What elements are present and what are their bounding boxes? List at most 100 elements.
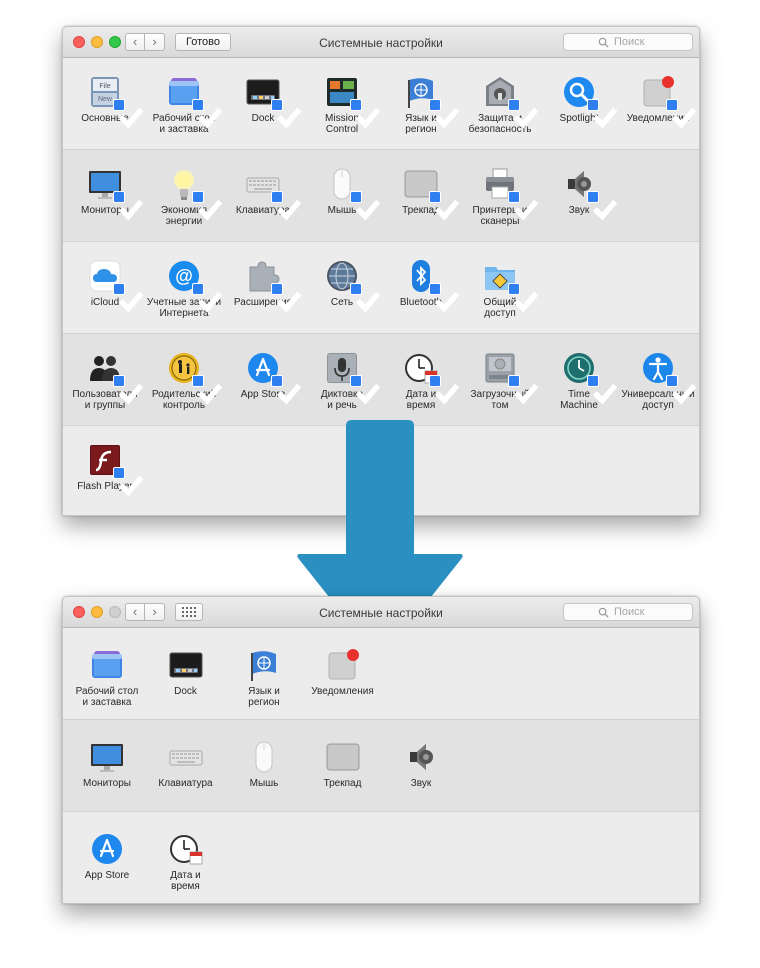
pref-pane-экономия-энергии[interactable]: Экономия энергии bbox=[144, 167, 224, 227]
pref-pane-рабочий-стол-и-заставка[interactable]: Рабочий стол и заставка bbox=[67, 648, 147, 708]
keyboard-icon bbox=[246, 167, 302, 221]
checkbox-checked-icon[interactable] bbox=[350, 191, 381, 221]
preferences-grid: Рабочий стол и заставка Dock Язык и регион… bbox=[63, 628, 699, 903]
search-input[interactable]: Поиск bbox=[563, 603, 693, 621]
pref-pane-рабочий-стол-и-заставка[interactable]: Рабочий стол и заставка bbox=[144, 75, 224, 135]
checkbox-checked-icon[interactable] bbox=[192, 283, 223, 313]
pref-pane-звук[interactable]: Звук bbox=[539, 167, 619, 221]
checkbox-checked-icon[interactable] bbox=[587, 375, 618, 405]
checkbox-checked-icon[interactable] bbox=[113, 99, 144, 129]
pref-pane-расширения[interactable]: Расширения bbox=[223, 259, 303, 313]
pref-pane-label: Dock bbox=[174, 686, 197, 697]
pref-pane-мышь[interactable]: Мышь bbox=[224, 740, 304, 789]
checkbox-checked-icon[interactable] bbox=[508, 375, 539, 405]
checkbox-checked-icon[interactable] bbox=[587, 99, 618, 129]
search-icon bbox=[598, 37, 609, 48]
parental-controls-icon bbox=[167, 351, 223, 405]
checkbox-checked-icon[interactable] bbox=[508, 191, 539, 221]
app-store-icon bbox=[90, 832, 124, 866]
pref-pane-dock[interactable]: Dock bbox=[146, 648, 226, 697]
pref-pane-загрузочный-том[interactable]: Загрузочный том bbox=[460, 351, 540, 411]
checkbox-checked-icon[interactable] bbox=[666, 375, 697, 405]
pref-pane-дата-и-время[interactable]: Дата и время bbox=[146, 832, 226, 892]
pref-pane-label: Язык и регион bbox=[248, 686, 280, 708]
checkbox-checked-icon[interactable] bbox=[271, 283, 302, 313]
checkbox-checked-icon[interactable] bbox=[192, 191, 223, 221]
checkbox-checked-icon[interactable] bbox=[271, 191, 302, 221]
search-input[interactable]: Поиск bbox=[563, 33, 693, 51]
checkbox-checked-icon[interactable] bbox=[508, 99, 539, 129]
bluetooth-icon bbox=[404, 259, 460, 313]
checkbox-checked-icon[interactable] bbox=[429, 375, 460, 405]
pref-pane-язык-и-регион[interactable]: Язык и регион bbox=[224, 648, 304, 708]
checkbox-checked-icon[interactable] bbox=[113, 191, 144, 221]
checkbox-checked-icon[interactable] bbox=[666, 99, 697, 129]
checkbox-checked-icon[interactable] bbox=[429, 191, 460, 221]
pref-pane-трекпад[interactable]: Трекпад bbox=[303, 740, 383, 789]
pref-pane-app-store[interactable]: App Store bbox=[223, 351, 303, 405]
flash-player-icon bbox=[88, 443, 144, 497]
checkbox-checked-icon[interactable] bbox=[113, 283, 144, 313]
pref-pane-клавиатура[interactable]: Клавиатура bbox=[223, 167, 303, 221]
security-icon bbox=[483, 75, 539, 129]
checkbox-checked-icon[interactable] bbox=[271, 99, 302, 129]
pref-pane-label: Клавиатура bbox=[158, 778, 213, 789]
pref-pane-сеть[interactable]: Сеть bbox=[302, 259, 382, 313]
icloud-icon bbox=[88, 259, 144, 313]
checkbox-checked-icon[interactable] bbox=[271, 375, 302, 405]
pref-pane-мониторы[interactable]: Мониторы bbox=[67, 740, 147, 789]
pref-section-3: App Store Дата и время bbox=[63, 812, 699, 903]
checkbox-checked-icon[interactable] bbox=[429, 99, 460, 129]
pref-pane-диктовка-и-речь[interactable]: Диктовка и речь bbox=[302, 351, 382, 411]
pref-pane-принтеры-и-сканеры[interactable]: Принтеры и сканеры bbox=[460, 167, 540, 227]
pref-pane-звук[interactable]: Звук bbox=[381, 740, 461, 789]
checkbox-checked-icon[interactable] bbox=[192, 375, 223, 405]
pref-pane-уведомления[interactable]: Уведомления bbox=[618, 75, 698, 129]
pref-pane-пользователи-и-группы[interactable]: Пользователи и группы bbox=[65, 351, 145, 411]
pref-section-2: Мониторы Экономия энергии Клавиатура Мышь Тр… bbox=[63, 150, 699, 242]
pref-pane-язык-и-регион[interactable]: Язык и регион bbox=[381, 75, 461, 135]
checkbox-checked-icon[interactable] bbox=[429, 283, 460, 313]
pref-pane-мышь[interactable]: Мышь bbox=[302, 167, 382, 221]
pref-pane-защита-и-безопасность[interactable]: Защита и безопасность bbox=[460, 75, 540, 135]
pref-pane-клавиатура[interactable]: Клавиатура bbox=[146, 740, 226, 789]
checkbox-checked-icon[interactable] bbox=[350, 283, 381, 313]
internet-accounts-icon: @ bbox=[167, 259, 223, 313]
general-icon: File New bbox=[88, 75, 144, 129]
spotlight-icon bbox=[562, 75, 618, 129]
checkbox-checked-icon[interactable] bbox=[350, 99, 381, 129]
pref-pane-учетные-записи-интернета[interactable]: @ Учетные записи Интернета bbox=[144, 259, 224, 319]
pref-pane-icloud[interactable]: iCloud bbox=[65, 259, 145, 313]
pref-pane-label: Уведомления bbox=[311, 686, 374, 697]
pref-pane-label: Мониторы bbox=[83, 778, 131, 789]
pref-pane-label: Звук bbox=[410, 778, 432, 789]
desktop-icon bbox=[90, 648, 124, 682]
checkbox-checked-icon[interactable] bbox=[350, 375, 381, 405]
pref-pane-mission-control[interactable]: Mission Control bbox=[302, 75, 382, 135]
pref-pane-общий-доступ[interactable]: Общий доступ bbox=[460, 259, 540, 319]
pref-pane-app-store[interactable]: App Store bbox=[67, 832, 147, 881]
printers-icon bbox=[483, 167, 539, 221]
pref-pane-мониторы[interactable]: Мониторы bbox=[65, 167, 145, 221]
titlebar: ‹ › Системные настройки Поиск bbox=[63, 597, 699, 628]
checkbox-checked-icon[interactable] bbox=[587, 191, 618, 221]
notifications-icon bbox=[641, 75, 697, 129]
pref-pane-универсальный-доступ[interactable]: Универсальный доступ bbox=[618, 351, 698, 411]
checkbox-checked-icon[interactable] bbox=[113, 467, 144, 497]
checkbox-checked-icon[interactable] bbox=[192, 99, 223, 129]
checkbox-checked-icon[interactable] bbox=[508, 283, 539, 313]
pref-section-1: Рабочий стол и заставка Dock Язык и регион… bbox=[63, 628, 699, 720]
pref-pane-time-machine[interactable]: Time Machine bbox=[539, 351, 619, 411]
pref-pane-основные[interactable]: File New Основные bbox=[65, 75, 145, 129]
pref-pane-flash-player[interactable]: Flash Player bbox=[65, 443, 145, 497]
pref-pane-трекпад[interactable]: Трекпад bbox=[381, 167, 461, 221]
pref-pane-дата-и-время[interactable]: Дата и время bbox=[381, 351, 461, 411]
pref-pane-spotlight[interactable]: Spotlight bbox=[539, 75, 619, 129]
pref-pane-dock[interactable]: Dock bbox=[223, 75, 303, 129]
pref-pane-label: App Store bbox=[84, 870, 130, 881]
pref-pane-label: Рабочий стол и заставка bbox=[75, 686, 139, 708]
pref-pane-bluetooth[interactable]: Bluetooth bbox=[381, 259, 461, 313]
checkbox-checked-icon[interactable] bbox=[113, 375, 144, 405]
pref-pane-родительский-контроль[interactable]: Родительский контроль bbox=[144, 351, 224, 411]
pref-pane-уведомления[interactable]: Уведомления bbox=[303, 648, 383, 697]
